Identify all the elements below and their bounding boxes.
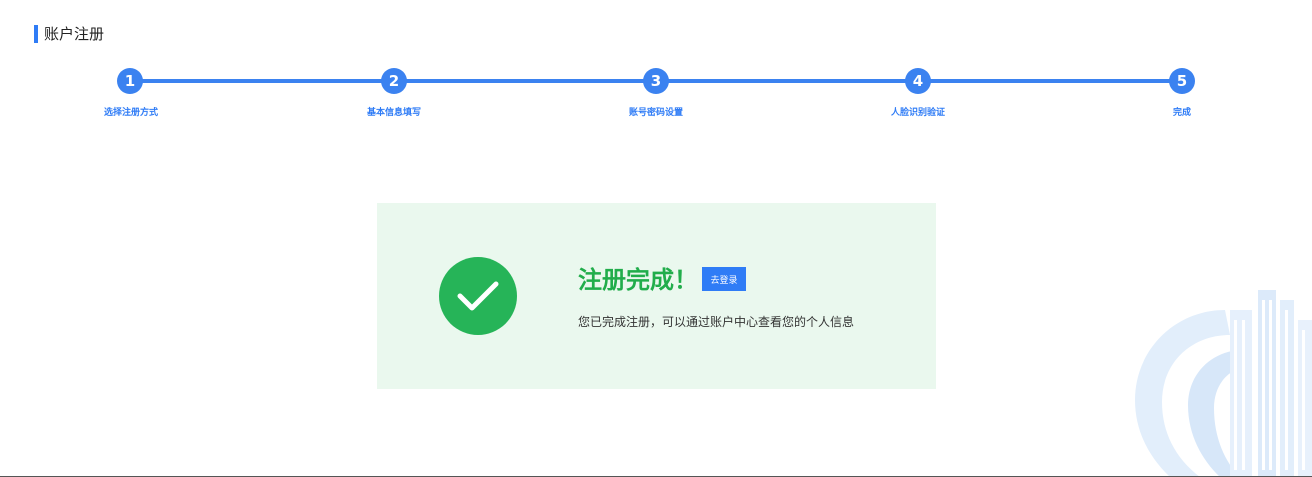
step-2-label: 基本信息填写 [366, 108, 421, 118]
step-2-number: 2 [388, 72, 400, 90]
step-4-number: 4 [912, 72, 924, 90]
step-4-label: 人脸识别验证 [890, 108, 945, 118]
step-3-circle: 3 [643, 68, 669, 94]
registration-stepper: 1 选择注册方式 2 基本信息填写 3 账号密码设置 4 人脸识别验证 5 完成 [0, 0, 1312, 130]
step-2-circle: 2 [381, 68, 407, 94]
step-1-circle: 1 [117, 68, 143, 94]
step-5-number: 5 [1176, 72, 1188, 90]
go-login-button[interactable]: 去登录 [702, 267, 746, 291]
building-emblem-icon [1135, 290, 1312, 477]
result-title: 注册完成！ [578, 266, 698, 294]
step-5-label: 完成 [1172, 108, 1191, 118]
step-3-label: 账号密码设置 [628, 108, 683, 118]
step-1-label: 选择注册方式 [103, 108, 158, 118]
check-icon [439, 257, 517, 335]
result-description: 您已完成注册，可以通过账户中心查看您的个人信息 [578, 315, 855, 329]
step-4-circle: 4 [905, 68, 931, 94]
step-5-circle: 5 [1169, 68, 1195, 94]
step-1-number: 1 [124, 72, 136, 90]
registration-complete-panel: 注册完成！ 去登录 您已完成注册，可以通过账户中心查看您的个人信息 [377, 203, 936, 389]
step-3-number: 3 [650, 72, 662, 90]
